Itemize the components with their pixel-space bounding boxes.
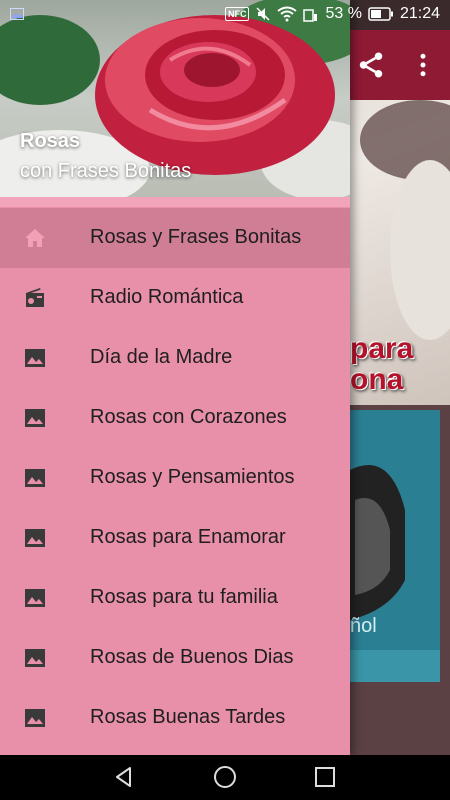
menu-item-label: Rosas Buenas Tardes [90,706,286,728]
system-nav-bar [0,755,450,800]
menu-item-label: Rosas para Enamorar [90,526,286,548]
image-icon [25,709,45,727]
wifi-icon [277,6,298,22]
menu-item-rosas-de-buenos-dias[interactable]: Rosas de Buenos Dias [0,628,350,688]
menu-item-rosas-buenas-tardes[interactable]: Rosas Buenas Tardes [0,688,350,748]
menu-item-label: Radio Romántica [90,286,244,308]
image-icon [25,529,45,547]
drawer-menu: Rosas y Frases Bonitas Radio Romántica D… [0,208,350,748]
menu-item-label: Rosas para tu familia [90,586,278,608]
battery-icon [368,7,393,21]
image-icon [25,469,45,487]
share-icon[interactable] [356,50,386,80]
menu-item-label: Rosas de Buenos Dias [90,646,294,668]
menu-item-label: Rosas y Frases Bonitas [90,226,302,248]
image-icon [25,589,45,607]
menu-item-dia-de-la-madre[interactable]: Día de la Madre [0,328,350,388]
clock: 21:24 [399,5,440,22]
menu-item-label: Rosas con Corazones [90,406,287,428]
recents-icon[interactable] [313,765,337,789]
header-divider [0,197,350,207]
radio-icon [26,288,44,307]
signal-icon [303,9,318,22]
drawer-title: Rosas [20,130,81,152]
menu-item-rosas-y-pensamientos[interactable]: Rosas y Pensamientos [0,448,350,508]
back-icon[interactable] [112,765,136,789]
menu-item-rosas-para-enamorar[interactable]: Rosas para Enamorar [0,508,350,568]
drawer-subtitle: con Frases Bonitas [20,160,192,182]
radio-card[interactable]: ñol [350,410,440,682]
navigation-drawer: Rosas con Frases Bonitas Rosas y Frases … [0,0,350,755]
home-nav-icon[interactable] [213,765,237,789]
nfc-icon: NFC [224,7,250,21]
image-icon [25,349,45,367]
image-icon [25,409,45,427]
card-label: ñol [350,615,377,637]
menu-item-rosas-con-corazones[interactable]: Rosas con Corazones [0,388,350,448]
menu-item-rosas-para-tu-familia[interactable]: Rosas para tu familia [0,568,350,628]
status-bar: NFC 53 % 21:24 [0,0,450,30]
hero-text-2: ona [350,363,404,396]
menu-item-label: Día de la Madre [90,346,233,368]
gallery-notification-icon [10,8,24,20]
menu-item-radio-romantica[interactable]: Radio Romántica [0,268,350,328]
menu-item-label: Rosas y Pensamientos [90,466,295,488]
menu-item-rosas-y-frases-bonitas[interactable]: Rosas y Frases Bonitas [0,208,350,268]
image-icon [25,649,45,667]
more-options-icon[interactable] [408,50,438,80]
hero-text-1: para [350,332,414,365]
home-icon [25,229,45,247]
battery-percent: 53 % [325,5,362,22]
mute-icon [256,7,271,21]
